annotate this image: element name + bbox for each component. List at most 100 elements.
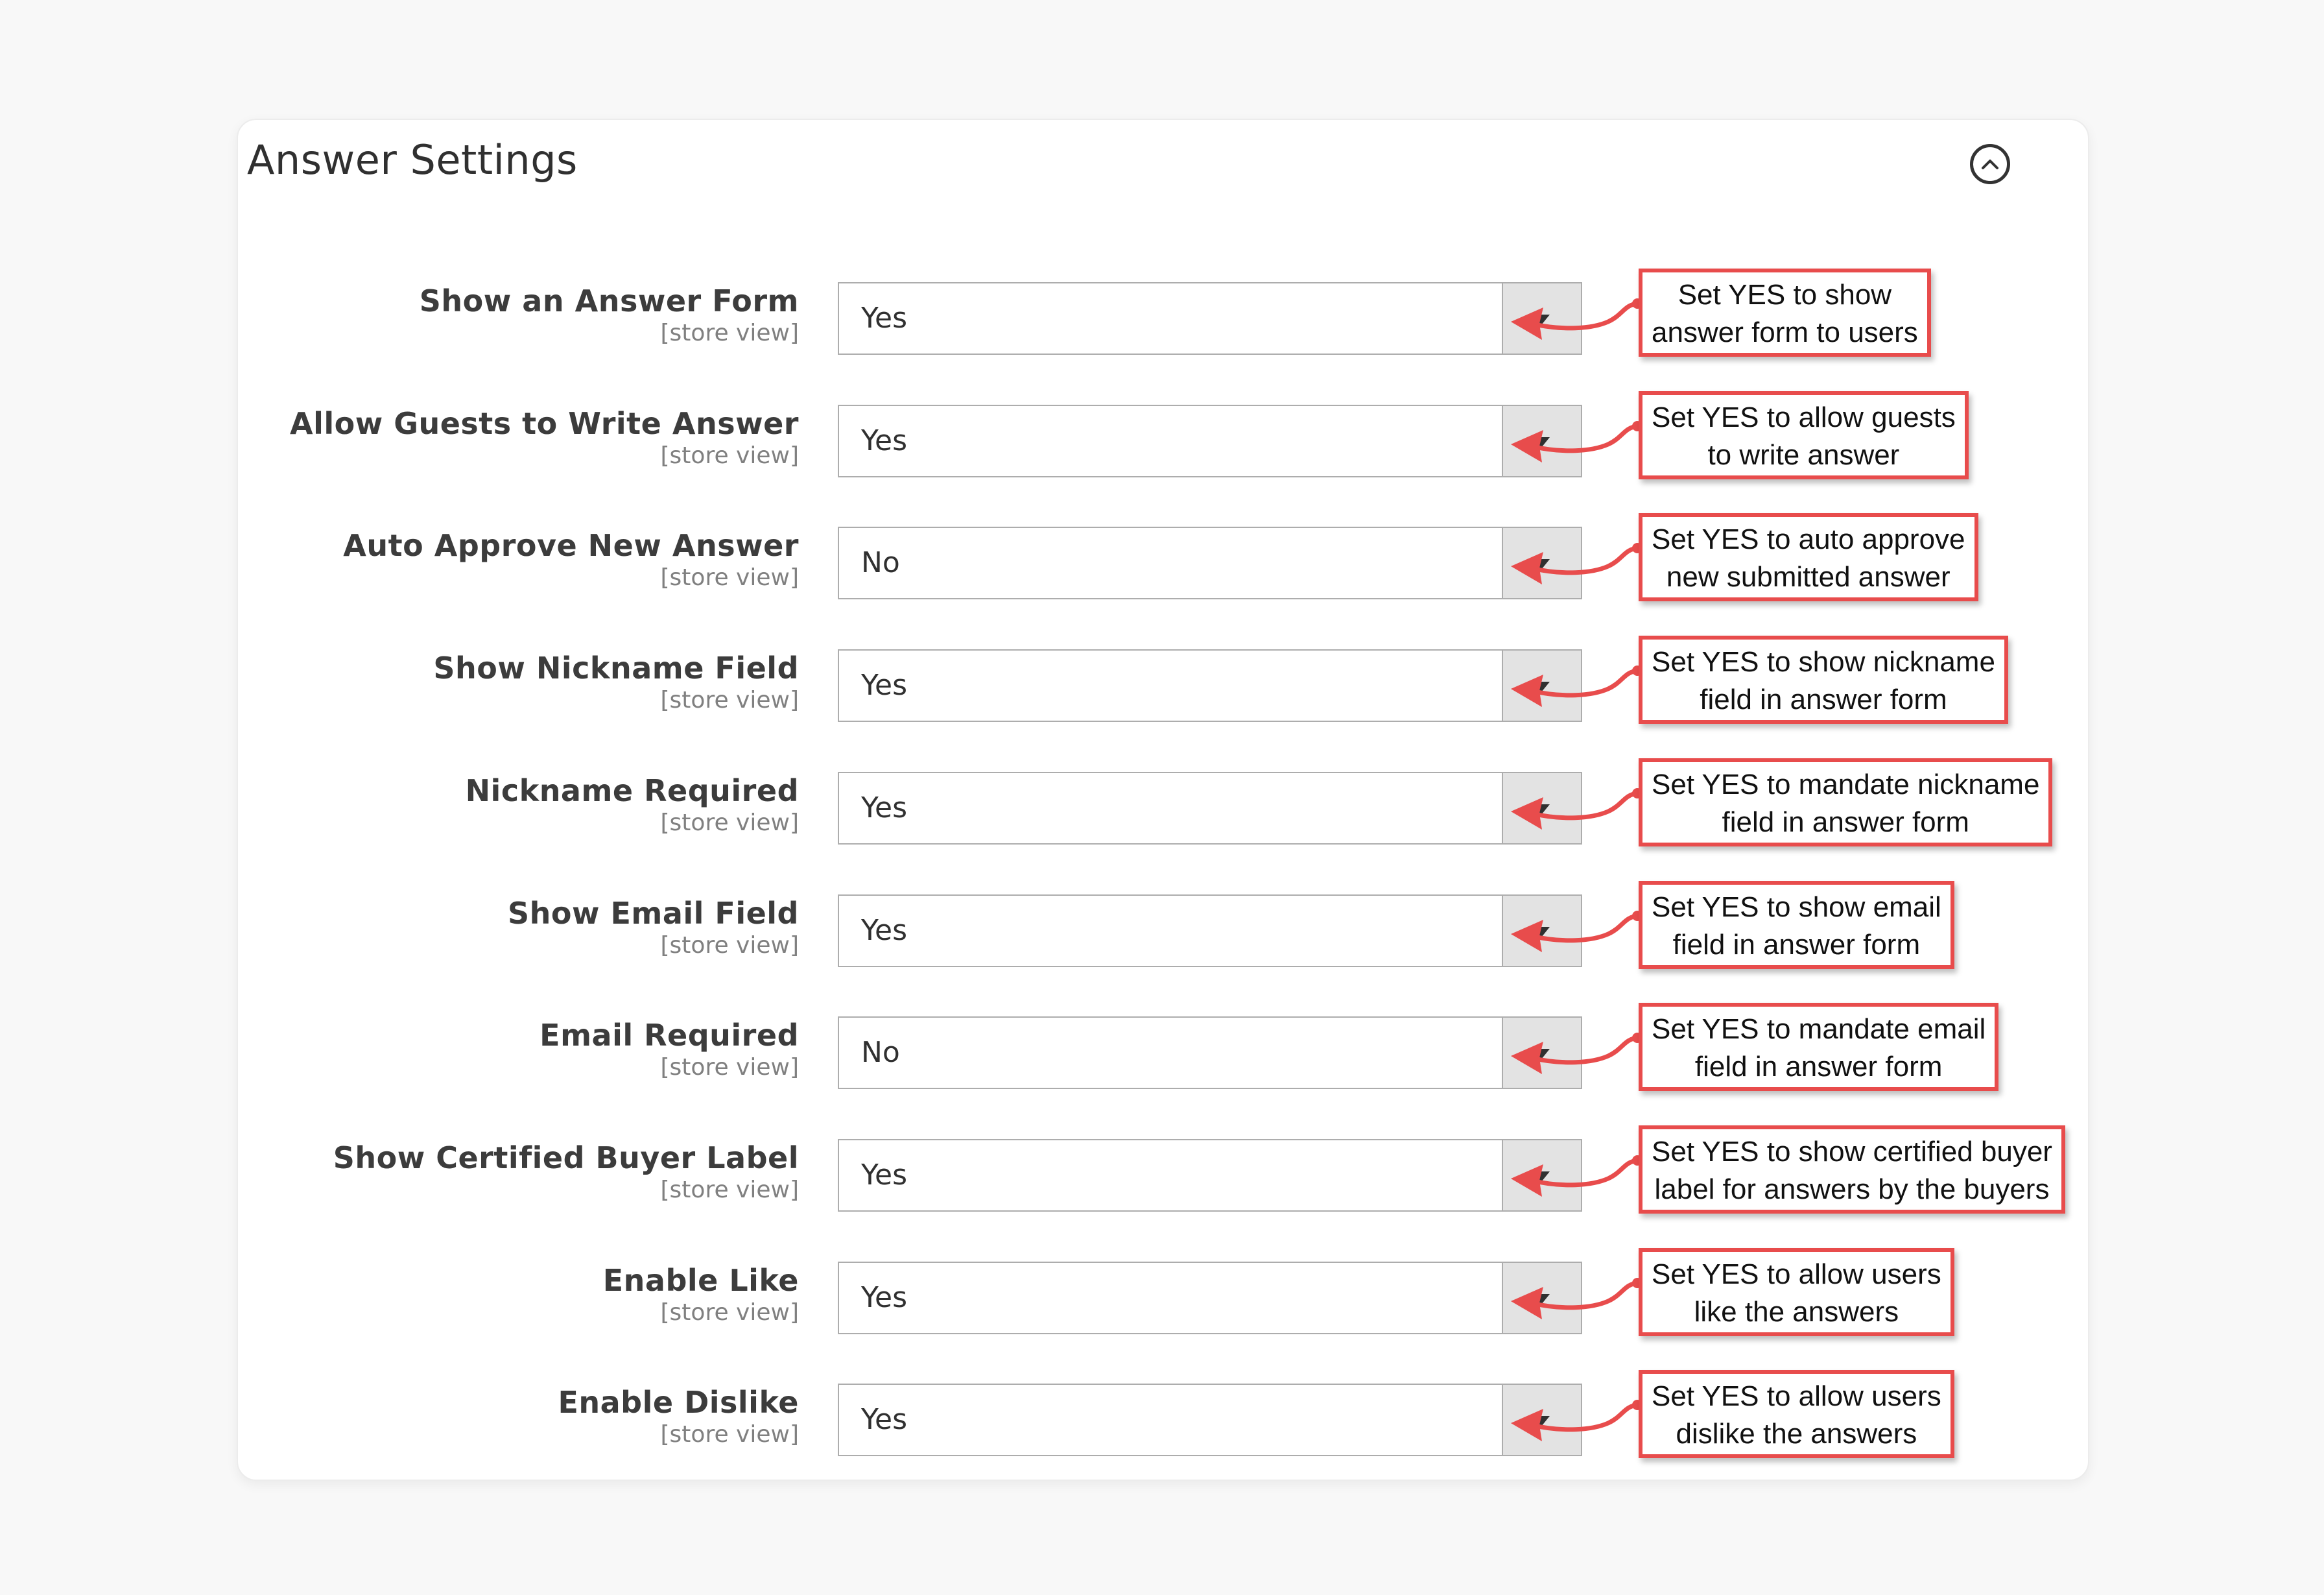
field-label-name: Email Required <box>540 1018 799 1053</box>
select-value: Yes <box>861 302 908 335</box>
select-value: No <box>861 546 900 580</box>
callout-line-2: dislike the answers <box>1676 1418 1917 1450</box>
setting-row: Auto Approve New Answer [store view] No … <box>238 512 2088 602</box>
yes-no-select[interactable]: No <box>838 1016 1582 1090</box>
annotation-arrow-icon <box>1511 787 1642 830</box>
field-scope: [store view] <box>660 687 800 714</box>
callout-line-1: Set YES to mandate nickname <box>1652 768 2040 800</box>
setting-row: Enable Like [store view] Yes Set YES to … <box>238 1247 2088 1336</box>
annotation-callout: Set YES to allow users dislike the answe… <box>1639 1370 1954 1459</box>
yes-no-select[interactable]: No <box>838 527 1582 600</box>
field-label-name: Show an Answer Form <box>419 283 799 318</box>
field-scope: [store view] <box>660 809 800 836</box>
setting-row: Show Email Field [store view] Yes Set YE… <box>238 880 2088 969</box>
annotation-callout: Set YES to show answer form to users <box>1639 269 1931 357</box>
select-value: Yes <box>861 1403 908 1437</box>
select-value: Yes <box>861 791 908 824</box>
annotation-arrow-icon <box>1511 298 1642 340</box>
field-label-name: Enable Like <box>602 1262 799 1298</box>
field-label-name: Auto Approve New Answer <box>343 528 799 564</box>
field-label-name: Nickname Required <box>465 773 799 808</box>
callout-line-2: field in answer form <box>1700 684 1947 716</box>
select-value: Yes <box>861 669 908 702</box>
setting-row: Nickname Required [store view] Yes Set Y… <box>238 757 2088 846</box>
field-scope: [store view] <box>660 1176 800 1203</box>
annotation-callout: Set YES to show email field in answer fo… <box>1639 880 1954 969</box>
collapse-button[interactable] <box>1970 144 2010 184</box>
callout-line-2: answer form to users <box>1652 317 1918 348</box>
yes-no-select[interactable]: Yes <box>838 404 1582 477</box>
callout-line-1: Set YES to mandate email <box>1652 1013 1986 1046</box>
field-label: Show Email Field [store view] <box>508 895 799 960</box>
setting-row: Email Required [store view] No Set YES t… <box>238 1001 2088 1092</box>
callout-line-1: Set YES to show <box>1678 279 1892 311</box>
callout-line-2: field in answer form <box>1672 928 1921 961</box>
callout-line-2: to write answer <box>1707 438 1900 471</box>
field-label: Enable Dislike [store view] <box>558 1384 799 1449</box>
select-value: Yes <box>861 1280 908 1314</box>
select-value: Yes <box>861 424 908 457</box>
field-label: Email Required [store view] <box>540 1017 799 1082</box>
field-scope: [store view] <box>660 1054 800 1081</box>
field-scope: [store view] <box>660 931 800 959</box>
callout-line-2: field in answer form <box>1722 806 1969 838</box>
field-scope: [store view] <box>660 442 800 469</box>
callout-line-2: label for answers by the buyers <box>1654 1173 2050 1205</box>
field-label-name: Show Nickname Field <box>433 651 799 686</box>
field-label: Show an Answer Form [store view] <box>420 283 799 348</box>
select-value: No <box>861 1036 900 1070</box>
setting-row: Show Nickname Field [store view] Yes Set… <box>238 634 2088 725</box>
field-label: Allow Guests to Write Answer [store view… <box>290 405 799 470</box>
callout-line-2: like the answers <box>1694 1295 1899 1328</box>
callout-line-1: Set YES to show certified buyer <box>1652 1135 2052 1168</box>
yes-no-select[interactable]: Yes <box>838 282 1582 355</box>
field-scope: [store view] <box>660 1299 800 1326</box>
field-label-name: Allow Guests to Write Answer <box>289 405 799 441</box>
annotation-arrow-icon <box>1511 543 1642 585</box>
select-value: Yes <box>861 1158 908 1192</box>
callout-line-1: Set YES to auto approve <box>1652 523 1965 556</box>
setting-row: Enable Dislike [store view] Yes Set YES … <box>238 1369 2088 1459</box>
setting-row: Show an Answer Form [store view] Yes Set… <box>238 267 2088 357</box>
setting-row: Show Certified Buyer Label [store view] … <box>238 1124 2088 1214</box>
field-label-name: Enable Dislike <box>558 1385 799 1421</box>
field-label: Nickname Required [store view] <box>466 773 799 837</box>
annotation-callout: Set YES to allow users like the answers <box>1639 1247 1954 1336</box>
yes-no-select[interactable]: Yes <box>838 1138 1582 1212</box>
field-scope: [store view] <box>660 320 800 346</box>
chevron-up-icon <box>1982 160 1998 169</box>
callout-line-1: Set YES to allow guests <box>1652 401 1956 433</box>
annotation-callout: Set YES to show nickname field in answer… <box>1639 636 2008 725</box>
annotation-arrow-icon <box>1511 1400 1642 1442</box>
yes-no-select[interactable]: Yes <box>838 649 1582 723</box>
annotation-arrow-icon <box>1511 1033 1642 1075</box>
annotation-callout: Set YES to auto approve new submitted an… <box>1639 513 1978 602</box>
yes-no-select[interactable]: Yes <box>838 894 1582 967</box>
annotation-arrow-icon <box>1511 420 1642 462</box>
callout-line-2: field in answer form <box>1694 1051 1943 1083</box>
field-scope: [store view] <box>660 564 800 592</box>
callout-line-1: Set YES to allow users <box>1652 1380 1941 1413</box>
callout-line-1: Set YES to show email <box>1652 891 1941 923</box>
annotation-callout: Set YES to show certified buyer label fo… <box>1639 1125 2065 1214</box>
annotation-arrow-icon <box>1511 1277 1642 1319</box>
callout-line-1: Set YES to show nickname <box>1652 646 1995 678</box>
annotation-callout: Set YES to mandate email field in answer… <box>1639 1003 1999 1092</box>
select-value: Yes <box>861 913 908 947</box>
yes-no-select[interactable]: Yes <box>838 1384 1582 1457</box>
setting-row: Allow Guests to Write Answer [store view… <box>238 390 2088 479</box>
field-scope: [store view] <box>660 1421 800 1448</box>
panel-title: Answer Settings <box>247 136 578 184</box>
field-label-name: Show Email Field <box>507 895 799 931</box>
answer-settings-panel: Answer Settings Show an Answer Form [sto… <box>237 119 2089 1481</box>
annotation-arrow-icon <box>1511 910 1642 952</box>
yes-no-select[interactable]: Yes <box>838 771 1582 845</box>
field-label: Enable Like [store view] <box>603 1262 799 1327</box>
field-label: Auto Approve New Answer [store view] <box>343 527 799 592</box>
field-label: Show Certified Buyer Label [store view] <box>333 1140 799 1205</box>
callout-line-1: Set YES to allow users <box>1652 1258 1941 1290</box>
field-label-name: Show Certified Buyer Label <box>333 1140 799 1175</box>
callout-line-2: new submitted answer <box>1666 561 1950 594</box>
yes-no-select[interactable]: Yes <box>838 1261 1582 1334</box>
annotation-callout: Set YES to mandate nickname field in ans… <box>1639 758 2053 846</box>
